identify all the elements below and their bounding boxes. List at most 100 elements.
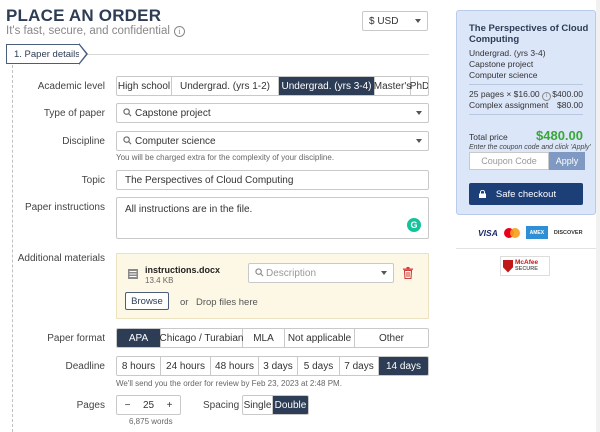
page-subtitle: It's fast, secure, and confidential i bbox=[6, 25, 185, 37]
instructions-label: Paper instructions bbox=[24, 202, 105, 213]
mcafee-secure: SECURE bbox=[515, 266, 538, 272]
safe-checkout-button[interactable]: Safe checkout bbox=[469, 183, 583, 205]
spacing-option[interactable]: Double bbox=[273, 396, 308, 414]
chevron-down-icon bbox=[416, 111, 422, 115]
trash-icon[interactable] bbox=[403, 267, 413, 279]
topic-input[interactable]: The Perspectives of Cloud Computing bbox=[116, 170, 429, 190]
step-arrow-inner bbox=[79, 45, 86, 63]
academic-level-option[interactable]: Undergrad. (yrs 3-4) bbox=[279, 77, 375, 95]
summary-complex-row: Complex assignment $80.00 bbox=[469, 100, 583, 110]
file-description-select[interactable]: Description bbox=[248, 263, 394, 283]
discipline-value: Computer science bbox=[135, 135, 216, 147]
chevron-down-icon bbox=[415, 19, 421, 23]
discipline-select[interactable]: Computer science bbox=[116, 131, 429, 151]
coupon-note: Enter the coupon code and click 'Apply' bbox=[469, 144, 591, 151]
type-of-paper-select[interactable]: Capstone project bbox=[116, 103, 429, 123]
chevron-down-icon bbox=[381, 271, 387, 275]
paper-format-option[interactable]: MLA bbox=[243, 329, 285, 347]
deadline-label: Deadline bbox=[65, 361, 105, 372]
browse-button[interactable]: Browse bbox=[125, 292, 169, 310]
order-summary-panel: The Perspectives of Cloud Computing Unde… bbox=[456, 10, 596, 215]
word-count: 6,875 words bbox=[129, 417, 173, 426]
summary-pages-row: 25 pages × $16.00 i $400.00 bbox=[469, 89, 583, 101]
summary-title: The Perspectives of Cloud Computing bbox=[469, 23, 589, 45]
checkout-label: Safe checkout bbox=[495, 188, 557, 200]
step-divider bbox=[12, 60, 13, 432]
type-of-paper-value: Capstone project bbox=[135, 107, 211, 119]
deadline-option[interactable]: 7 days bbox=[340, 357, 379, 375]
discipline-note: You will be charged extra for the comple… bbox=[116, 153, 335, 162]
summary-pages-line: 25 pages × $16.00 i bbox=[469, 89, 552, 101]
chevron-down-icon bbox=[416, 139, 422, 143]
type-of-paper-label: Type of paper bbox=[43, 108, 105, 119]
apply-button[interactable]: Apply bbox=[549, 152, 585, 170]
total-label: Total price bbox=[469, 132, 508, 142]
spacing-option[interactable]: Single bbox=[243, 396, 273, 414]
academic-level-selector: High school Undergrad. (yrs 1-2) Undergrad… bbox=[116, 76, 429, 96]
page-title: PLACE AN ORDER bbox=[6, 6, 162, 25]
step-label: 1. Paper details bbox=[14, 48, 81, 60]
badge-divider bbox=[456, 248, 596, 249]
subtitle-text: It's fast, secure, and confidential bbox=[6, 25, 170, 37]
pages-increment-button[interactable]: + bbox=[159, 400, 180, 411]
academic-level-option[interactable]: Master's bbox=[374, 77, 411, 95]
file-name: instructions.docx bbox=[145, 265, 221, 275]
file-size: 13.4 KB bbox=[145, 276, 174, 285]
summary-pages-price: $400.00 bbox=[552, 89, 583, 99]
mcafee-name: McAfee bbox=[515, 259, 539, 266]
mcafee-text: McAfee SECURE bbox=[515, 259, 538, 273]
search-icon bbox=[123, 108, 132, 117]
spacing-label: Spacing bbox=[203, 400, 240, 411]
search-icon bbox=[123, 136, 132, 145]
mcafee-secure-badge: McAfee SECURE bbox=[500, 256, 550, 276]
mcafee-shield-icon bbox=[503, 259, 513, 273]
pages-value[interactable]: 25 bbox=[138, 400, 159, 411]
summary-divider bbox=[469, 84, 583, 85]
summary-level: Undergrad. (yrs 3-4) bbox=[469, 48, 546, 58]
currency-value: $ USD bbox=[369, 15, 399, 27]
deadline-option[interactable]: 8 hours bbox=[117, 357, 161, 375]
upload-area: instructions.docx 13.4 KB Description Br… bbox=[116, 253, 429, 319]
coupon-input[interactable]: Coupon Code bbox=[469, 152, 549, 170]
paper-format-option[interactable]: APA bbox=[117, 329, 161, 347]
instructions-textarea[interactable]: All instructions are in the file. G bbox=[116, 197, 429, 239]
discipline-label: Discipline bbox=[62, 136, 105, 147]
paper-format-option[interactable]: Other bbox=[355, 329, 428, 347]
summary-discipline: Computer science bbox=[469, 70, 538, 80]
step-rule bbox=[88, 54, 429, 55]
step-tab-paper-details[interactable]: 1. Paper details bbox=[6, 44, 80, 64]
discover-logo: DISCOVER bbox=[553, 229, 583, 236]
paper-format-option[interactable]: Chicago / Turabian bbox=[160, 329, 243, 347]
deadline-option[interactable]: 24 hours bbox=[161, 357, 211, 375]
search-icon bbox=[255, 268, 264, 277]
spacing-selector: Single Double bbox=[242, 395, 309, 415]
paper-format-option[interactable]: Not applicable bbox=[285, 329, 355, 347]
deadline-option[interactable]: 5 days bbox=[298, 357, 340, 375]
pages-label: Pages bbox=[76, 400, 105, 411]
pages-decrement-button[interactable]: − bbox=[117, 400, 138, 411]
description-placeholder: Description bbox=[266, 267, 317, 279]
visa-logo: VISA bbox=[478, 227, 498, 238]
file-icon bbox=[128, 269, 138, 279]
deadline-option[interactable]: 3 days bbox=[259, 357, 298, 375]
topic-label: Topic bbox=[81, 175, 105, 186]
summary-complex-price: $80.00 bbox=[557, 100, 583, 110]
total-price: $480.00 bbox=[536, 128, 583, 143]
paper-format-selector: APA Chicago / Turabian MLA Not applicable Ot… bbox=[116, 328, 429, 348]
summary-divider bbox=[469, 114, 583, 115]
payment-badges: VISA AMEX DISCOVER bbox=[478, 226, 583, 239]
academic-level-option[interactable]: High school bbox=[117, 77, 172, 95]
summary-complex-label: Complex assignment bbox=[469, 100, 549, 110]
lock-icon bbox=[479, 190, 486, 198]
academic-level-option[interactable]: Undergrad. (yrs 1-2) bbox=[172, 77, 279, 95]
deadline-option[interactable]: 14 days bbox=[379, 357, 428, 375]
grammarly-icon[interactable]: G bbox=[407, 218, 421, 232]
currency-select[interactable]: $ USD bbox=[362, 11, 428, 31]
academic-level-option[interactable]: PhD bbox=[410, 77, 428, 95]
deadline-option[interactable]: 48 hours bbox=[211, 357, 259, 375]
amex-logo: AMEX bbox=[525, 226, 548, 239]
deadline-selector: 8 hours 24 hours 48 hours 3 days 5 days 7 day… bbox=[116, 356, 429, 376]
paper-format-label: Paper format bbox=[47, 333, 105, 344]
scrollbar[interactable] bbox=[596, 0, 600, 432]
info-icon[interactable]: i bbox=[173, 25, 185, 37]
